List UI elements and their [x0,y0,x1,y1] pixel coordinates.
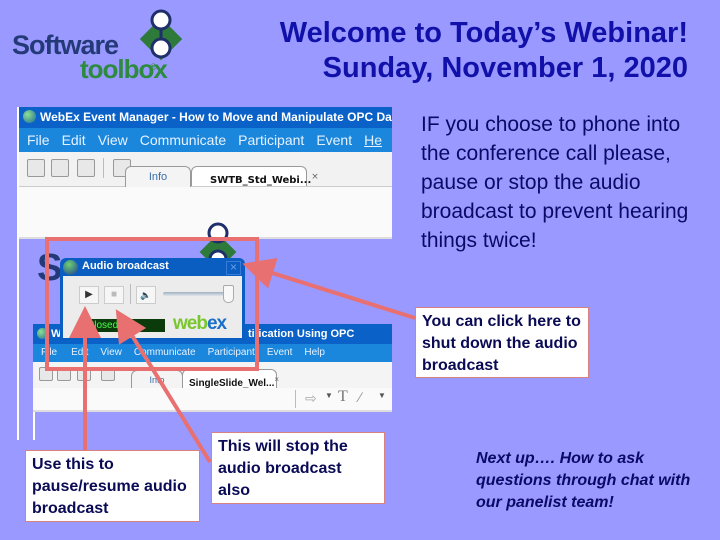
webex-globe-icon [23,110,36,123]
page-title: Welcome to Today’s Webinar! [279,17,688,49]
menu-view[interactable]: View [98,132,128,148]
menu-file[interactable]: File [27,132,50,148]
inner-menu-event[interactable]: Event [267,347,293,358]
inner-menubar: File Edit View Communicate Participant Event H… [33,344,392,362]
inner-windows-icon[interactable] [57,367,71,381]
inner-globe-icon [37,328,48,339]
inner-annotate-icon[interactable] [101,367,115,381]
play-pause-button[interactable]: ▶ [79,286,99,304]
menu-help[interactable]: He [364,132,382,148]
brand-ex: ex [206,313,227,334]
inner-menu-view[interactable]: View [100,347,122,358]
toolbar-divider [103,158,104,178]
volume-slider-track[interactable] [163,292,231,296]
menu-communicate[interactable]: Communicate [140,132,226,148]
webex-menubar: File Edit View Communicate Participant Event H… [19,128,392,152]
audio-dialog-title: Audio broadcast [82,260,169,272]
callout-close-audio: You can click here to shut down the audi… [415,307,589,378]
phone-instructions-text: IF you choose to phone into the conferen… [421,113,689,252]
line-tool-icon[interactable]: ∕ [359,389,361,405]
new-document-icon[interactable] [27,159,45,177]
inner-tab-close-icon[interactable]: × [274,375,279,384]
toolbar-divider [295,390,296,408]
inner-new-icon[interactable] [39,367,53,381]
webex-titlebar: WebEx Event Manager - How to Move and Ma… [19,107,392,128]
inner-menu-file[interactable]: File [41,347,57,358]
speaker-icon[interactable]: 🔈 [136,286,156,304]
inner-menu-communicate[interactable]: Communicate [134,347,196,358]
pointer-arrow-icon[interactable]: ⇨ [305,390,317,407]
menu-participant[interactable]: Participant [238,132,304,148]
screen-icon[interactable] [77,159,95,177]
callout-stop-audio: This will stop the audio broadcast also [211,432,385,504]
inner-annotation-toolbar: ⇨ ▼ T ∕ ▼ [33,388,392,412]
windows-icon[interactable] [51,159,69,177]
text-tool-icon[interactable]: T [338,388,348,406]
webex-window-title: WebEx Event Manager - How to Move and Ma… [40,110,392,124]
dropdown-icon[interactable]: ▼ [378,391,386,400]
audio-status-display: Closed [79,319,165,332]
stop-button[interactable]: ■ [104,286,124,304]
inner-tab-singleslide[interactable]: SingleSlide_Wel...× [182,369,279,389]
control-divider [130,284,131,304]
dropdown-icon[interactable]: ▼ [325,391,333,400]
inner-menu-edit[interactable]: Edit [71,347,88,358]
menu-event[interactable]: Event [316,132,352,148]
logo-registered-mark: ® [150,62,157,72]
inner-menu-help[interactable]: Help [304,347,325,358]
next-up-text: Next up…. How to ask questions through c… [476,450,691,511]
tab-info[interactable]: Info [125,166,191,187]
brand-web: web [173,313,208,334]
webex-brand-logo: webex [173,313,227,335]
menu-edit[interactable]: Edit [62,132,86,148]
audio-broadcast-dialog: Audio broadcast × ▶ ■ 🔈 Closed webex [60,258,245,340]
tab-label: SWTB_Std_Webi... [210,175,312,186]
volume-slider-handle[interactable] [222,285,234,303]
page-subtitle-date: Sunday, November 1, 2020 [322,52,688,84]
tab-close-icon[interactable]: × [311,172,319,182]
audio-dialog-body: ▶ ■ 🔈 Closed webex [63,276,242,338]
inner-screen-icon[interactable] [77,367,91,381]
inner-tab-info[interactable]: Info [131,370,183,389]
audio-broadcast-icon [63,260,78,275]
tab-swtb-std-webinar[interactable]: SWTB_Std_Webi...× [191,166,319,186]
inner-menu-participant[interactable]: Participant [208,347,255,358]
audio-close-button[interactable]: × [226,261,241,275]
callout-pause-resume: Use this to pause/resume audio broadcast [25,450,200,522]
